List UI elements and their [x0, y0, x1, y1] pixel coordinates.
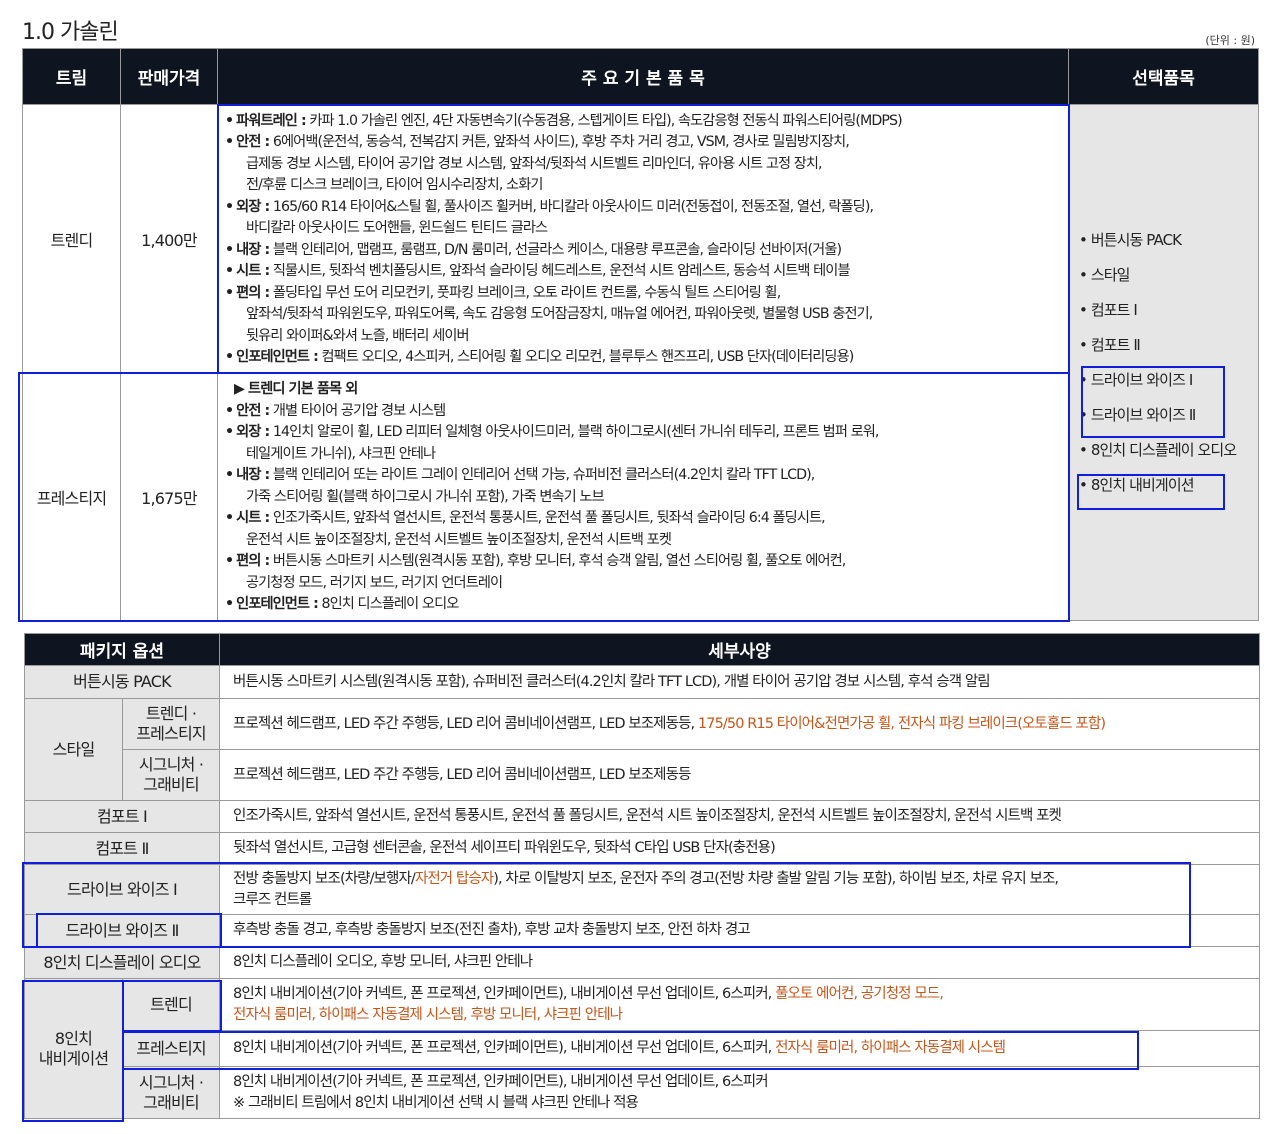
pkg-style-sub-trendy: 트렌디 · 프레스티지	[122, 698, 220, 750]
header-trim: 트림	[22, 48, 121, 105]
pkg-drive-wise-2: 드라이브 와이즈 Ⅱ	[24, 914, 220, 947]
header-detail: 세부사양	[219, 633, 1260, 666]
package-table: 패키지 옵션 세부사양 버튼시동 PACK 버튼시동 스마트키 시스템(원격시동…	[24, 633, 1260, 1119]
pkg-style-sub-signature: 시그니처 · 그래비티	[122, 749, 220, 801]
unit-label: (단위 : 원)	[1205, 34, 1255, 47]
pkg-comfort-1: 컴포트 Ⅰ	[24, 800, 220, 833]
option-item: • 컴포트 Ⅱ	[1079, 335, 1141, 354]
pkg-comfort-2: 컴포트 Ⅱ	[24, 832, 220, 865]
option-item: • 8인치 디스플레이 오디오	[1079, 440, 1237, 459]
pkg-button-pack-detail: 버튼시동 스마트키 시스템(원격시동 포함), 슈퍼비전 클러스터(4.2인치 …	[219, 665, 1260, 699]
pkg-style-detail-2: 프로젝션 헤드램프, LED 주간 주행등, LED 리어 콤비네이션램프, L…	[219, 749, 1260, 801]
pkg-navi-sub-trendy: 트렌디	[122, 978, 220, 1031]
pkg-drive-wise-2-detail: 후측방 충돌 경고, 후측방 충돌방지 보조(전진 출차), 후방 교차 충돌방…	[219, 914, 1260, 947]
pkg-comfort-1-detail: 인조가죽시트, 앞좌석 열선시트, 운전석 통풍시트, 운전석 풀 폴딩시트, …	[219, 800, 1260, 833]
option-item: • 8인치 내비게이션	[1079, 475, 1195, 494]
pkg-button-pack: 버튼시동 PACK	[24, 665, 220, 699]
pkg-audio-8: 8인치 디스플레이 오디오	[24, 946, 220, 979]
header-items: 주 요 기 본 품 목	[217, 48, 1069, 105]
pkg-navi-prestige-detail: 8인치 내비게이션(기아 커넥트, 폰 프로젝션, 인카페이먼트), 내비게이션…	[219, 1030, 1260, 1067]
price-prestige: 1,675만	[120, 373, 218, 621]
pkg-style-detail-1: 프로젝션 헤드램프, LED 주간 주행등, LED 리어 콤비네이션램프, L…	[219, 698, 1260, 750]
pkg-navi-sub-prestige: 프레스티지	[122, 1030, 220, 1067]
option-item: • 컴포트 Ⅰ	[1079, 300, 1138, 319]
pkg-navi-signature-detail: 8인치 내비게이션(기아 커넥트, 폰 프로젝션, 인카페이먼트), 내비게이션…	[219, 1066, 1260, 1119]
trim-trendy: 트렌디	[22, 104, 121, 374]
pkg-comfort-2-detail: 뒷좌석 열선시트, 고급형 센터콘솔, 운전석 세이프티 파워윈도우, 뒷좌석 …	[219, 832, 1260, 865]
options-list: • 버튼시동 PACK • 스타일 • 컴포트 Ⅰ • 컴포트 Ⅱ • 드라이브…	[1068, 104, 1259, 621]
trendy-items: • 파워트레인 : 카파 1.0 가솔린 엔진, 4단 자동변속기(수동겸용, 스…	[217, 104, 1069, 374]
option-item: • 드라이브 와이즈 Ⅰ	[1079, 370, 1193, 389]
price-trendy: 1,400만	[120, 104, 218, 374]
pkg-drive-wise-1: 드라이브 와이즈 Ⅰ	[24, 864, 220, 915]
pkg-navi-sub-signature: 시그니처 · 그래비티	[122, 1066, 220, 1119]
pkg-navi-trendy-detail: 8인치 내비게이션(기아 커넥트, 폰 프로젝션, 인카페이먼트), 내비게이션…	[219, 978, 1260, 1031]
header-package: 패키지 옵션	[24, 633, 220, 666]
option-item: • 스타일	[1079, 265, 1130, 284]
option-item: • 드라이브 와이즈 Ⅱ	[1079, 405, 1196, 424]
pkg-navi-8: 8인치 내비게이션	[24, 978, 123, 1119]
trim-prestige: 프레스티지	[22, 373, 121, 621]
pkg-audio-8-detail: 8인치 디스플레이 오디오, 후방 모니터, 샤크핀 안테나	[219, 946, 1260, 979]
option-item: • 버튼시동 PACK	[1079, 230, 1182, 249]
trim-table: 트림 판매가격 주 요 기 본 품 목 선택품목 트렌디 1,400만 • 파워트…	[22, 48, 1259, 621]
header-price: 판매가격	[120, 48, 218, 105]
header-options: 선택품목	[1068, 48, 1259, 105]
prestige-items: ▶ 트렌디 기본 품목 외 • 안전 : 개별 타이어 공기압 경보 시스템 • 외…	[217, 373, 1069, 621]
pkg-style: 스타일	[24, 698, 123, 801]
pkg-drive-wise-1-detail: 전방 충돌방지 보조(차량/보행자/자전거 탑승자), 차로 이탈방지 보조, …	[219, 864, 1260, 915]
section-title: 1.0 가솔린	[22, 20, 119, 45]
